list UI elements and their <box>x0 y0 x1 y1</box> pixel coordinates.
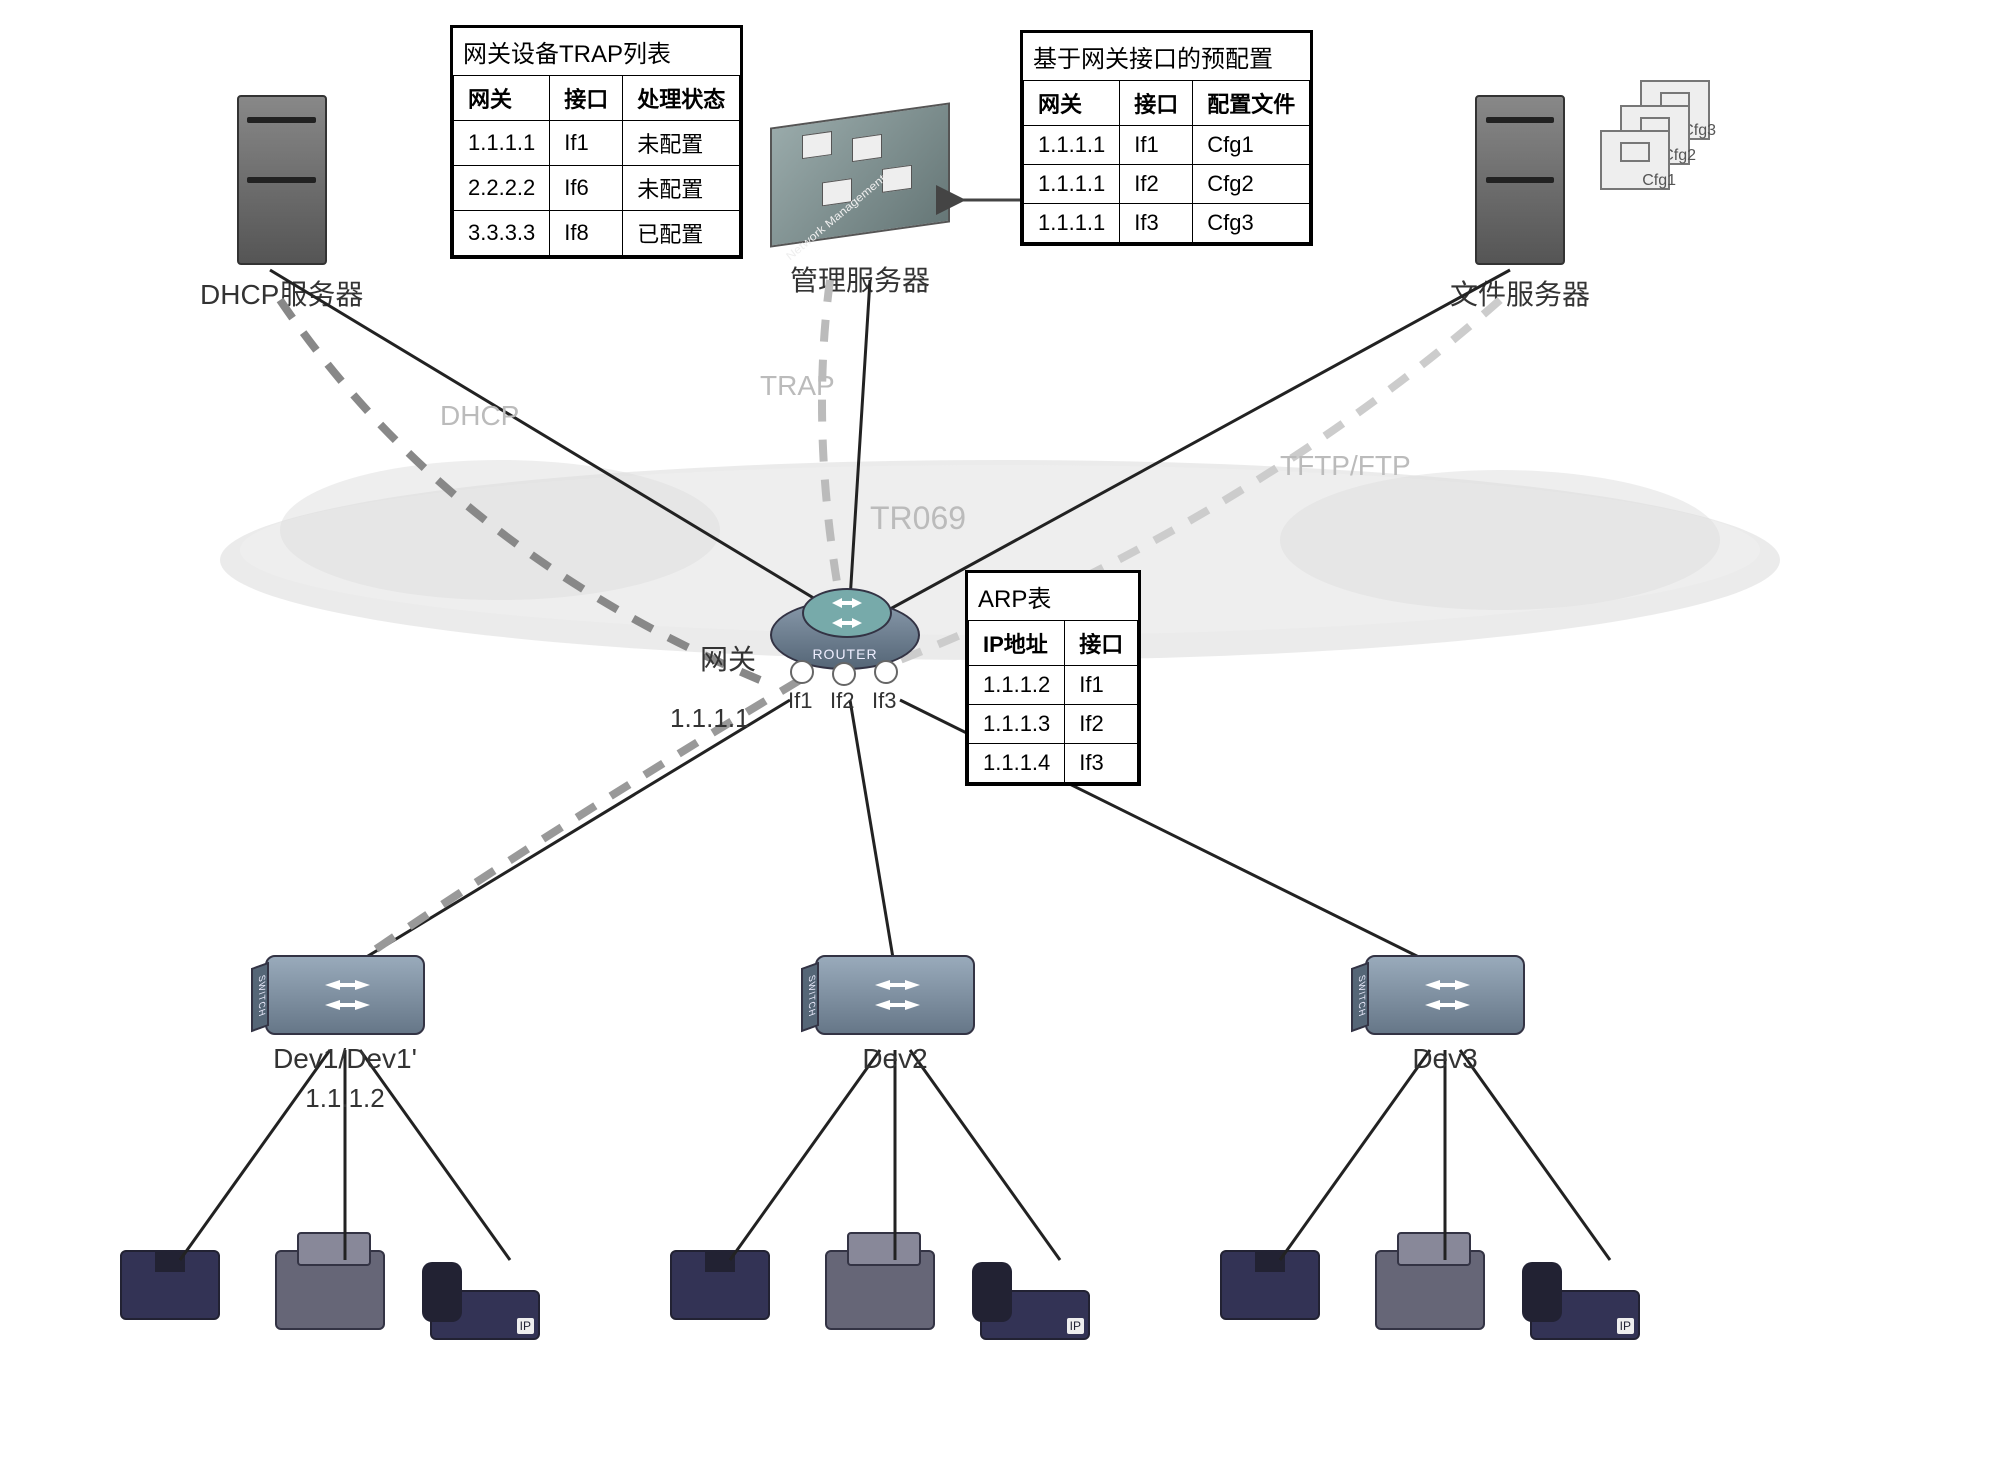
pc-icon <box>660 1250 780 1350</box>
switch1-ip: 1.1.1.2 <box>265 1083 425 1114</box>
server-icon <box>237 95 327 265</box>
trap-h1: 网关 <box>454 76 550 121</box>
switch2-label: Dev2 <box>815 1043 975 1075</box>
protocol-tftp-label: TFTP/FTP <box>1280 450 1411 482</box>
ipphone-icon: IP <box>1530 1250 1650 1350</box>
switch-side-label: SWITCH <box>1351 962 1369 1033</box>
file-stack: Cfg3 Cfg2 Cfg1 <box>1600 80 1710 200</box>
router-ip: 1.1.1.1 <box>670 703 750 734</box>
gateway-router: ROUTER If1 If2 If3 <box>770 600 920 670</box>
ipphone-tag: IP <box>517 1318 534 1334</box>
router-arrows-icon <box>822 593 872 633</box>
precfg-table-title: 基于网关接口的预配置 <box>1023 33 1310 80</box>
switch-dev1: SWITCH Dev1/Dev1' 1.1.1.2 <box>265 955 425 1114</box>
switch-side-label: SWITCH <box>251 962 269 1033</box>
precfg-h1: 网关 <box>1024 81 1120 126</box>
router-label: 网关 <box>700 638 756 678</box>
printer-icon <box>270 1250 390 1350</box>
switch-side-label: SWITCH <box>801 962 819 1033</box>
protocol-tr069-label: TR069 <box>870 500 966 537</box>
mgmt-server-icon: Network Management <box>770 102 950 247</box>
server-icon <box>1475 95 1565 265</box>
dhcp-server: DHCP服务器 <box>200 95 363 313</box>
switch-dev3: SWITCH Dev3 <box>1365 955 1525 1075</box>
precfg-table: 基于网关接口的预配置 网关 接口 配置文件 1.1.1.1If1Cfg1 1.1… <box>1020 30 1313 246</box>
arp-table: ARP表 IP地址 接口 1.1.1.2If1 1.1.1.3If2 1.1.1… <box>965 570 1141 786</box>
router-port-if3 <box>874 660 898 684</box>
trap-table: 网关设备TRAP列表 网关 接口 处理状态 1.1.1.1If1未配置 2.2.… <box>450 25 743 259</box>
switch-icon: SWITCH <box>265 955 425 1035</box>
switch3-label: Dev3 <box>1365 1043 1525 1075</box>
router-icon: ROUTER <box>770 600 920 670</box>
printer-icon <box>820 1250 940 1350</box>
terminals-group-1: IP <box>110 1250 550 1350</box>
precfg-h2: 接口 <box>1120 81 1193 126</box>
terminals-group-3: IP <box>1210 1250 1650 1350</box>
file-server-label: 文件服务器 <box>1450 273 1590 313</box>
pc-icon <box>1210 1250 1330 1350</box>
arp-h2: 接口 <box>1065 621 1138 666</box>
switch-icon: SWITCH <box>815 955 975 1035</box>
switch-icon: SWITCH <box>1365 955 1525 1035</box>
trap-table-title: 网关设备TRAP列表 <box>453 28 740 75</box>
protocol-dhcp-label: DHCP <box>440 400 519 432</box>
switch1-label: Dev1/Dev1' <box>265 1043 425 1075</box>
router-port-if2 <box>832 662 856 686</box>
file-label-1: Cfg1 <box>1642 172 1676 190</box>
protocol-trap-label: TRAP <box>760 370 835 402</box>
precfg-h3: 配置文件 <box>1193 81 1310 126</box>
printer-icon <box>1370 1250 1490 1350</box>
arp-h1: IP地址 <box>969 621 1065 666</box>
ipphone-tag: IP <box>1067 1318 1084 1334</box>
port-label-3: If3 <box>872 688 896 714</box>
terminals-group-2: IP <box>660 1250 1100 1350</box>
port-label-1: If1 <box>788 688 812 714</box>
mgmt-server: Network Management 管理服务器 <box>770 115 950 299</box>
router-inner-label: ROUTER <box>772 646 918 662</box>
ipphone-icon: IP <box>430 1250 550 1350</box>
switch-dev2: SWITCH Dev2 <box>815 955 975 1075</box>
dhcp-server-label: DHCP服务器 <box>200 273 363 313</box>
pc-icon <box>110 1250 230 1350</box>
arp-table-title: ARP表 <box>968 573 1138 620</box>
trap-h2: 接口 <box>550 76 623 121</box>
file-server: 文件服务器 <box>1450 95 1590 313</box>
ipphone-tag: IP <box>1617 1318 1634 1334</box>
port-label-2: If2 <box>830 688 854 714</box>
ipphone-icon: IP <box>980 1250 1100 1350</box>
mgmt-server-label: 管理服务器 <box>770 259 950 299</box>
trap-h3: 处理状态 <box>623 76 740 121</box>
router-port-if1 <box>790 660 814 684</box>
